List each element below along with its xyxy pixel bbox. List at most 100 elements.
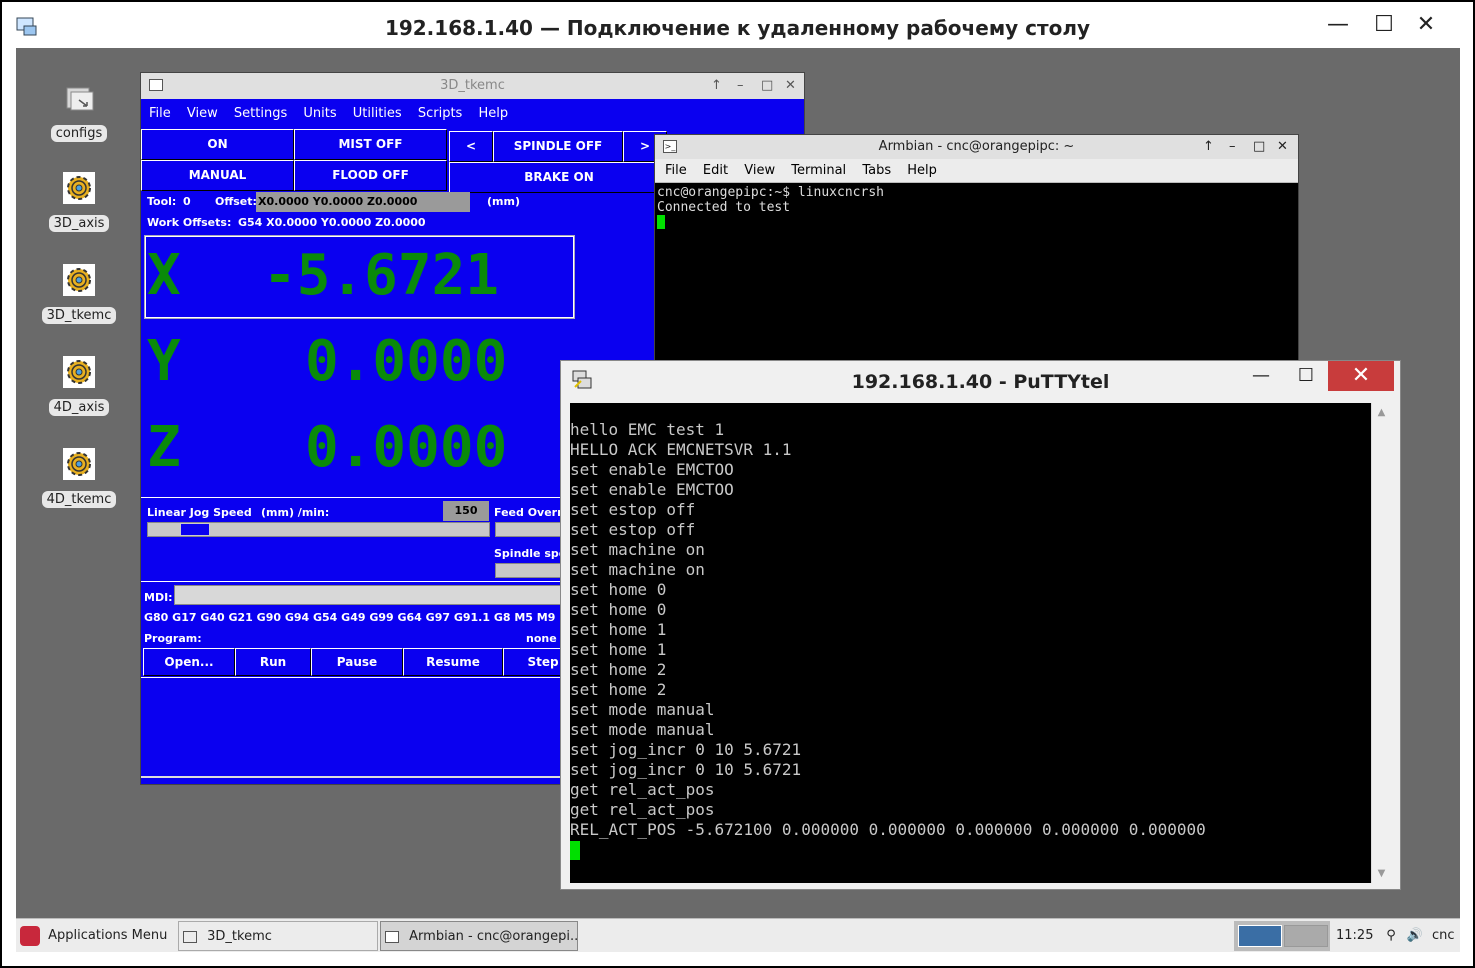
- armbian-title: Armbian - cnc@orangepipc: ~: [878, 139, 1075, 154]
- terminal-line: hello EMC test 1: [570, 420, 725, 439]
- terminal-icon: [385, 930, 399, 943]
- workspace-1[interactable]: [1238, 925, 1282, 947]
- taskbar-item-armbian[interactable]: Armbian - cnc@orangepi...: [380, 921, 578, 951]
- menu-settings[interactable]: Settings: [234, 106, 287, 121]
- menu-units[interactable]: Units: [303, 106, 336, 121]
- menu-file[interactable]: File: [149, 106, 171, 121]
- terminal-icon[interactable]: >_: [663, 140, 677, 153]
- menu-scripts[interactable]: Scripts: [418, 106, 462, 121]
- rdp-minimize-button[interactable]: —: [1318, 10, 1358, 40]
- menu-help[interactable]: Help: [907, 163, 937, 178]
- workspace-2[interactable]: [1284, 925, 1328, 947]
- terminal-line: set home 1: [570, 620, 667, 639]
- terminal-line: set machine on: [570, 560, 705, 579]
- rdp-close-button[interactable]: ✕: [1406, 10, 1446, 40]
- maximize-icon[interactable]: □: [761, 73, 773, 99]
- workspace-switcher[interactable]: [1234, 921, 1330, 951]
- manual-button[interactable]: MANUAL: [141, 160, 294, 191]
- scroll-up-icon[interactable]: ▲: [1372, 407, 1391, 418]
- on-button[interactable]: ON: [141, 129, 294, 160]
- mdi-label: MDI:: [144, 591, 173, 604]
- terminal-line: set home 2: [570, 680, 667, 699]
- mist-off-button[interactable]: MIST OFF: [294, 129, 447, 160]
- tkemc-menubar: File View Settings Units Utilities Scrip…: [141, 99, 804, 129]
- gear-icon: [63, 448, 95, 480]
- jog-speed-value: 150: [443, 501, 489, 521]
- dro-x-value: -5.6721: [263, 243, 500, 308]
- desktop-icon-4d-axis[interactable]: 4D_axis: [39, 356, 119, 416]
- user-label[interactable]: cnc: [1432, 921, 1460, 951]
- maximize-icon[interactable]: □: [1253, 135, 1265, 159]
- dro-y-label: Y: [147, 329, 181, 394]
- prev-button[interactable]: <: [449, 131, 493, 162]
- menu-view[interactable]: View: [187, 106, 218, 121]
- rdp-maximize-button[interactable]: ☐: [1364, 10, 1404, 40]
- putty-close-button[interactable]: ✕: [1328, 361, 1394, 391]
- flood-off-button[interactable]: FLOOD OFF: [294, 160, 447, 191]
- jog-speed-slider-handle[interactable]: [180, 523, 210, 536]
- close-icon[interactable]: ✕: [785, 73, 796, 99]
- menu-terminal[interactable]: Terminal: [791, 163, 846, 178]
- terminal-cursor: [657, 215, 665, 229]
- terminal-cursor: [570, 841, 580, 860]
- applications-menu-label: Applications Menu: [48, 928, 168, 943]
- menu-view[interactable]: View: [744, 163, 775, 178]
- minimize-icon[interactable]: –: [737, 73, 744, 99]
- desktop-icon-3d-tkemc[interactable]: 3D_tkemc: [39, 264, 119, 324]
- arrow-up-icon[interactable]: ↑: [711, 73, 722, 99]
- armbian-menubar: File Edit View Terminal Tabs Help: [655, 159, 1298, 183]
- putty-scrollbar[interactable]: ▲ ▼: [1371, 403, 1391, 883]
- terminal-line: HELLO ACK EMCNETSVR 1.1: [570, 440, 792, 459]
- menu-utilities[interactable]: Utilities: [353, 106, 402, 121]
- terminal-line: set home 0: [570, 580, 667, 599]
- terminal-line: set enable EMCTOO: [570, 480, 734, 499]
- menu-tabs[interactable]: Tabs: [862, 163, 891, 178]
- units-label: (mm): [487, 195, 520, 208]
- search-icon[interactable]: ⚲: [1379, 921, 1403, 951]
- putty-maximize-button[interactable]: ☐: [1286, 361, 1326, 391]
- jog-speed-slider[interactable]: [147, 522, 490, 537]
- tkemc-titlebar: 3D_tkemc ↑ – □ ✕: [141, 73, 804, 99]
- desktop-icon-configs[interactable]: configs: [39, 82, 119, 142]
- applications-menu-button[interactable]: Applications Menu: [20, 921, 170, 951]
- terminal-line: get rel_act_pos: [570, 780, 715, 799]
- jog-speed-units: (mm) /min:: [261, 506, 330, 519]
- menu-help[interactable]: Help: [478, 106, 508, 121]
- terminal-line: set mode manual: [570, 720, 715, 739]
- clock[interactable]: 11:25: [1336, 921, 1376, 951]
- terminal-line: set estop off: [570, 520, 696, 539]
- resume-button[interactable]: Resume: [403, 648, 503, 676]
- run-button[interactable]: Run: [235, 648, 311, 676]
- arrow-up-icon[interactable]: ↑: [1203, 135, 1214, 159]
- scroll-down-icon[interactable]: ▼: [1372, 868, 1391, 879]
- armbian-terminal-output[interactable]: cnc@orangepipc:~$ linuxcncrsh Connected …: [655, 183, 1298, 231]
- pause-button[interactable]: Pause: [311, 648, 403, 676]
- desktop-icon-4d-tkemc[interactable]: 4D_tkemc: [39, 448, 119, 508]
- terminal-line: set mode manual: [570, 700, 715, 719]
- putty-minimize-button[interactable]: —: [1241, 361, 1281, 391]
- terminal-line: set home 0: [570, 600, 667, 619]
- tool-value: 0: [183, 195, 191, 208]
- minimize-icon[interactable]: –: [1229, 135, 1236, 159]
- taskbar: Applications Menu 3D_tkemc Armbian - cnc…: [16, 918, 1460, 952]
- feed-override-label: Feed Overri: [494, 506, 567, 519]
- tool-label: Tool:: [147, 195, 177, 208]
- open-button[interactable]: Open...: [143, 648, 235, 676]
- desktop-icon-label: 4D_tkemc: [41, 491, 117, 508]
- spindle-off-button[interactable]: SPINDLE OFF: [493, 131, 623, 162]
- taskbar-item-3d-tkemc[interactable]: 3D_tkemc: [178, 921, 378, 951]
- gear-icon: [63, 264, 95, 296]
- desktop-icon-3d-axis[interactable]: 3D_axis: [39, 172, 119, 232]
- program-value: none: [526, 632, 557, 645]
- rdp-titlebar: 192.168.1.40 — Подключение к удаленному …: [2, 2, 1473, 48]
- taskbar-item-label: 3D_tkemc: [207, 929, 272, 944]
- brake-on-button[interactable]: BRAKE ON: [449, 162, 669, 193]
- putty-terminal-output[interactable]: hello EMC test 1 HELLO ACK EMCNETSVR 1.1…: [570, 403, 1371, 883]
- terminal-line: REL_ACT_POS -5.672100 0.000000 0.000000 …: [570, 820, 1206, 839]
- volume-icon[interactable]: 🔊: [1404, 921, 1426, 951]
- close-icon[interactable]: ✕: [1277, 135, 1288, 159]
- terminal-line: set jog_incr 0 10 5.6721: [570, 760, 802, 779]
- menu-file[interactable]: File: [665, 163, 687, 178]
- menu-edit[interactable]: Edit: [703, 163, 728, 178]
- window-menu-icon[interactable]: [149, 79, 163, 91]
